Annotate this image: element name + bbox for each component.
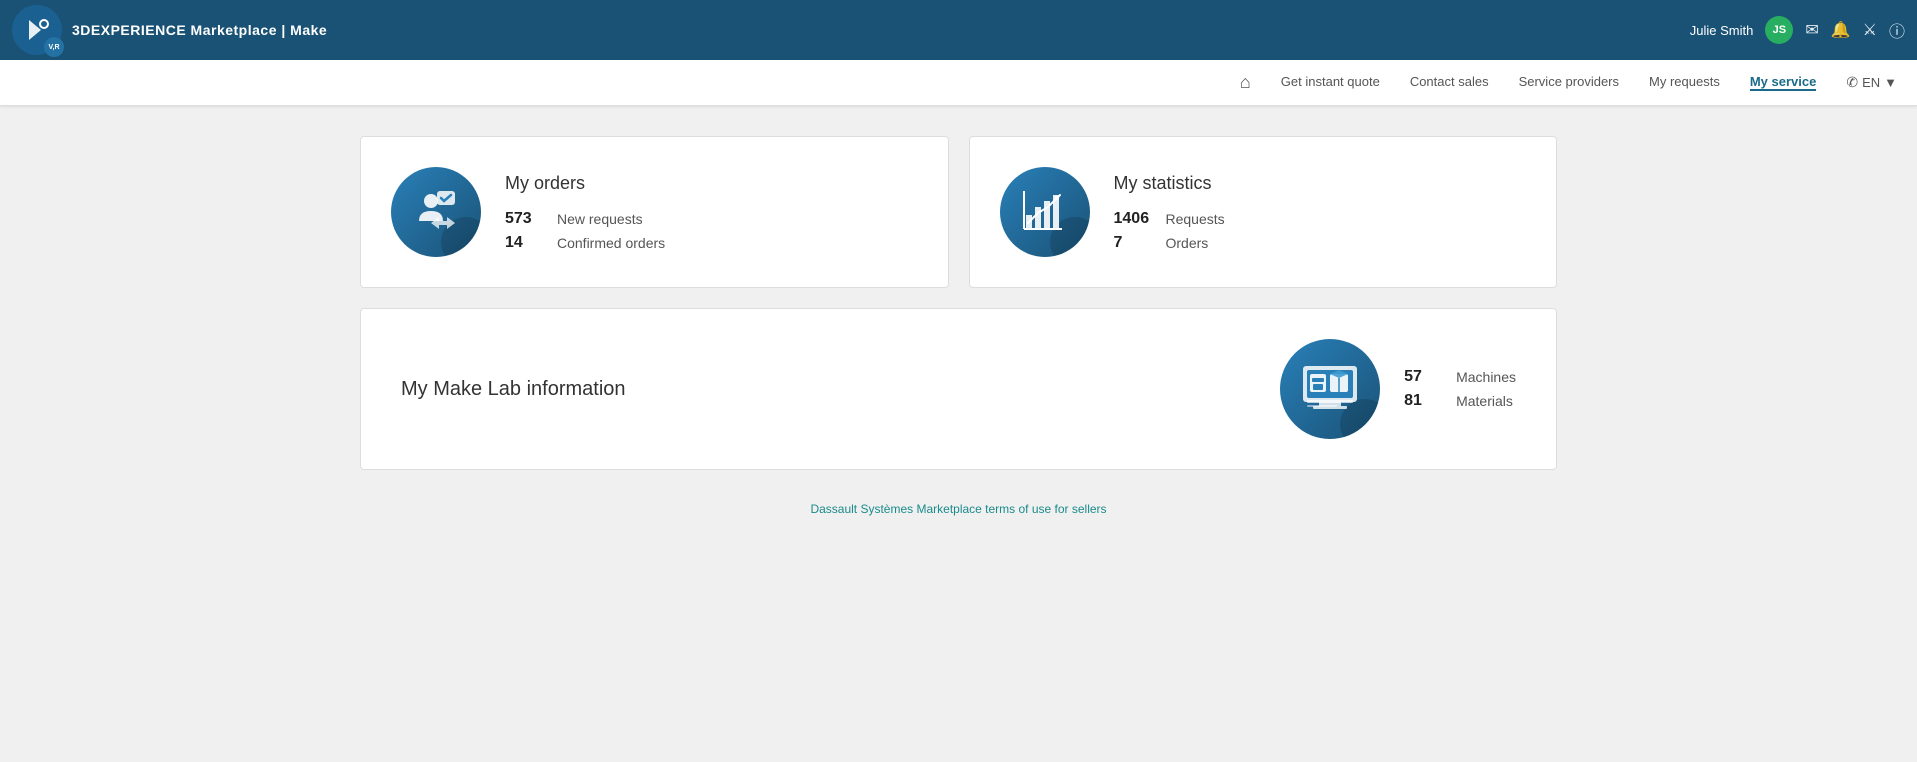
makelab-icon-circle: [1280, 339, 1380, 439]
statistics-icon: [1018, 185, 1072, 239]
orders-icon: [409, 185, 463, 239]
orders-title: My orders: [505, 173, 665, 194]
statistics-title: My statistics: [1114, 173, 1225, 194]
makelab-right: 57 Machines 81 Materials: [1280, 339, 1516, 439]
logo-area[interactable]: V,R: [12, 5, 62, 55]
makelab-stat-row-1: 81 Materials: [1404, 392, 1516, 410]
chat-icon[interactable]: ✉: [1805, 20, 1818, 40]
statistics-stat-label-1: Orders: [1166, 235, 1209, 251]
orders-stat-number-0: 573: [505, 210, 545, 228]
terms-link[interactable]: Dassault Systèmes Marketplace terms of u…: [810, 502, 1106, 516]
main-content: My orders 573 New requests 14 Confirmed …: [0, 106, 1917, 548]
orders-stat-label-0: New requests: [557, 211, 643, 227]
nav-bar: ⌂ Get instant quote Contact sales Servic…: [0, 60, 1917, 106]
orders-card[interactable]: My orders 573 New requests 14 Confirmed …: [360, 136, 949, 288]
nav-contact-sales[interactable]: Contact sales: [1410, 74, 1489, 91]
makelab-icon: [1297, 356, 1363, 422]
statistics-stat-label-0: Requests: [1166, 211, 1225, 227]
orders-stat-label-1: Confirmed orders: [557, 235, 665, 251]
makelab-stat-number-0: 57: [1404, 368, 1444, 386]
nav-service-providers[interactable]: Service providers: [1519, 74, 1619, 91]
orders-icon-circle: [391, 167, 481, 257]
translate-icon: ✆: [1846, 74, 1858, 91]
makelab-stat-row-0: 57 Machines: [1404, 368, 1516, 386]
nav-my-requests[interactable]: My requests: [1649, 74, 1720, 91]
makelab-stat-label-1: Materials: [1456, 393, 1513, 409]
orders-stat-row-0: 573 New requests: [505, 210, 665, 228]
statistics-stat-row-1: 7 Orders: [1114, 234, 1225, 252]
header-right: Julie Smith JS ✉ 🔔 ⚔ ⓘ: [1690, 16, 1905, 44]
orders-info: My orders 573 New requests 14 Confirmed …: [505, 173, 665, 252]
help-icon[interactable]: ⓘ: [1889, 18, 1905, 42]
statistics-card[interactable]: My statistics 1406 Requests 7 Orders: [969, 136, 1558, 288]
orders-stat-row-1: 14 Confirmed orders: [505, 234, 665, 252]
home-nav-icon[interactable]: ⌂: [1240, 72, 1251, 93]
orders-stat-number-1: 14: [505, 234, 545, 252]
lang-label: EN: [1862, 75, 1880, 90]
makelab-stat-label-0: Machines: [1456, 369, 1516, 385]
makelab-stats-info: 57 Machines 81 Materials: [1404, 368, 1516, 410]
chevron-down-icon: ▼: [1884, 75, 1897, 90]
statistics-info: My statistics 1406 Requests 7 Orders: [1114, 173, 1225, 252]
people-icon[interactable]: ⚔: [1863, 20, 1877, 40]
app-title: 3DEXPERIENCE Marketplace | Make: [72, 22, 327, 38]
header: V,R 3DEXPERIENCE Marketplace | Make Juli…: [0, 0, 1917, 60]
nav-my-service[interactable]: My service: [1750, 74, 1817, 91]
user-name: Julie Smith: [1690, 23, 1754, 38]
logo-version-badge: V,R: [44, 37, 64, 57]
makelab-card[interactable]: My Make Lab information: [360, 308, 1557, 470]
top-cards-row: My orders 573 New requests 14 Confirmed …: [360, 136, 1557, 288]
language-selector[interactable]: ✆ EN ▼: [1846, 74, 1897, 91]
makelab-title: My Make Lab information: [401, 378, 626, 401]
footer-link-area: Dassault Systèmes Marketplace terms of u…: [360, 500, 1557, 518]
statistics-stat-row-0: 1406 Requests: [1114, 210, 1225, 228]
statistics-stat-number-0: 1406: [1114, 210, 1154, 228]
bell-icon[interactable]: 🔔: [1831, 20, 1851, 40]
nav-get-instant-quote[interactable]: Get instant quote: [1281, 74, 1380, 91]
avatar[interactable]: JS: [1765, 16, 1793, 44]
statistics-stat-number-1: 7: [1114, 234, 1154, 252]
makelab-stat-number-1: 81: [1404, 392, 1444, 410]
statistics-icon-circle: [1000, 167, 1090, 257]
